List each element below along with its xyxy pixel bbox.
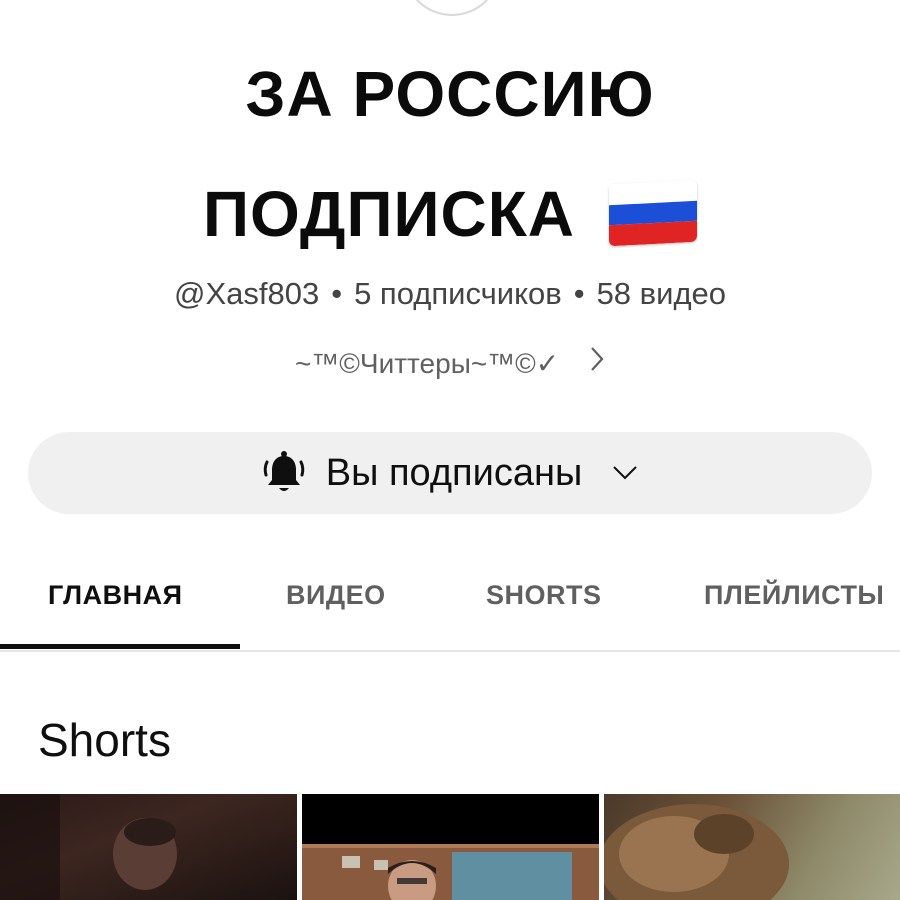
subscriber-count: 5 подписчиков: [354, 276, 562, 311]
subscribed-button[interactable]: Вы подписаны: [28, 432, 872, 514]
channel-title-text-2: ПОДПИСКА: [202, 178, 576, 250]
channel-avatar[interactable]: [403, 0, 501, 16]
channel-title-line-1: ЗА РОССИЮ: [0, 62, 900, 126]
channel-meta: @Xasf803 • 5 подписчиков • 58 видео: [0, 274, 900, 314]
channel-title-line-2: ПОДПИСКА: [0, 179, 900, 250]
meta-separator: •: [573, 276, 585, 311]
chevron-down-icon: [612, 465, 638, 481]
russian-flag-icon: [609, 179, 698, 247]
channel-title-text-1: ЗА РОССИЮ: [245, 58, 655, 130]
tab-playlists[interactable]: ПЛЕЙЛИСТЫ: [704, 580, 884, 611]
short-thumbnail[interactable]: [604, 794, 900, 900]
channel-tabs: ГЛАВНАЯ ВИДЕО SHORTS ПЛЕЙЛИСТЫ: [0, 560, 900, 652]
meta-separator: •: [331, 276, 343, 311]
active-tab-indicator: [0, 644, 240, 649]
bell-ringing-icon: [262, 450, 306, 496]
channel-description-link[interactable]: ~™©Читтеры~™©✓: [0, 344, 900, 384]
subscribed-label: Вы подписаны: [325, 451, 583, 494]
channel-links-text: ~™©Читтеры~™©✓: [294, 348, 560, 379]
tab-shorts[interactable]: SHORTS: [486, 580, 602, 611]
tab-videos[interactable]: ВИДЕО: [286, 580, 386, 611]
chevron-right-icon: [589, 344, 605, 384]
channel-handle: @Xasf803: [173, 276, 320, 311]
video-count: 58 видео: [596, 276, 727, 311]
shorts-section-title: Shorts: [38, 714, 171, 766]
short-thumbnail[interactable]: [302, 794, 599, 900]
short-thumbnail[interactable]: [0, 794, 297, 900]
tab-home[interactable]: ГЛАВНАЯ: [48, 580, 182, 611]
